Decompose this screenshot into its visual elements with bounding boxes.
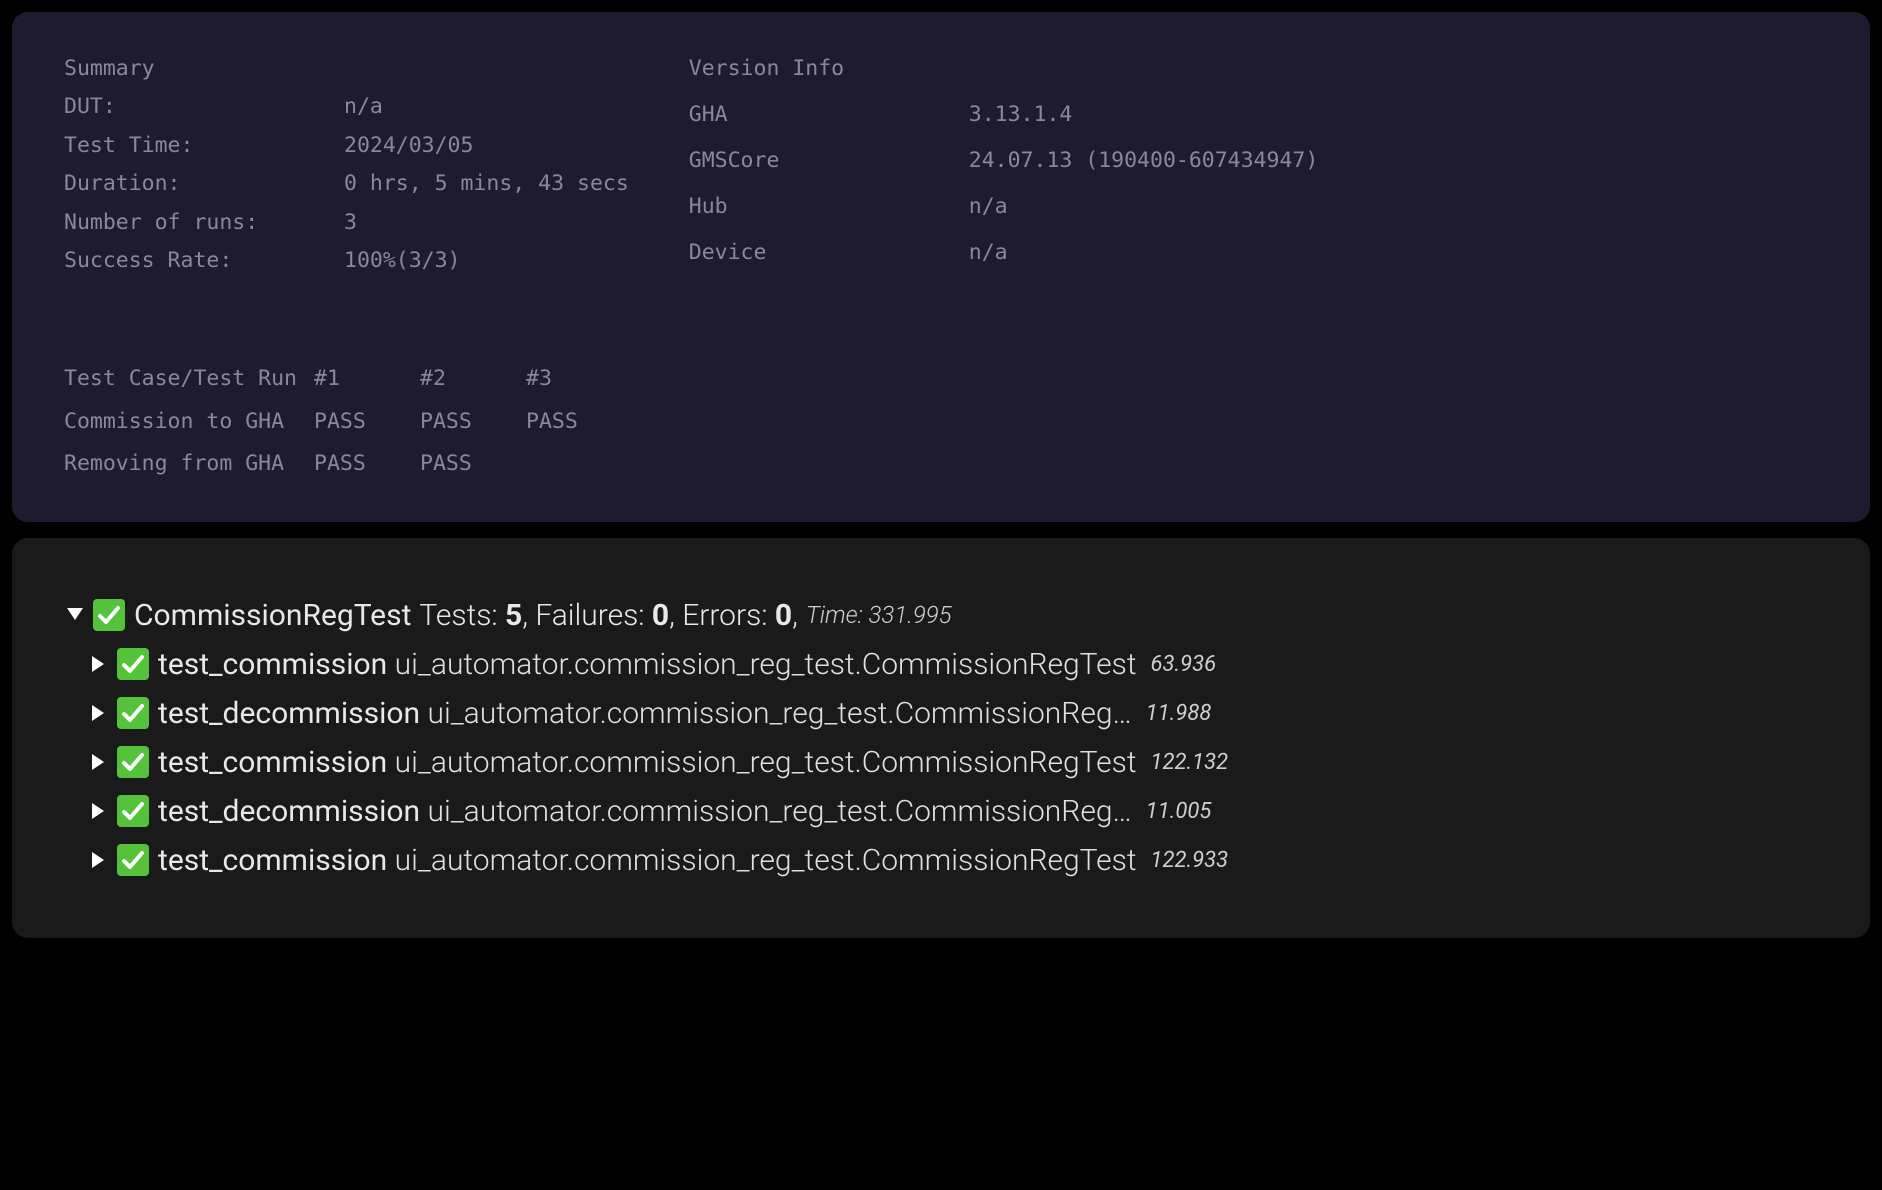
gha-label: GHA: [689, 96, 969, 142]
tests-value: 5: [505, 598, 522, 633]
test-row[interactable]: test_decommission ui_automator.commissio…: [90, 794, 1830, 829]
test-time: 11.988: [1146, 701, 1212, 726]
errors-value: 0: [775, 598, 792, 633]
test-row[interactable]: test_commission ui_automator.commission_…: [90, 745, 1830, 780]
test-time-label: Test Time:: [64, 127, 344, 165]
suite-stats: Tests: 5, Failures: 0, Errors: 0,: [419, 598, 798, 633]
suite-time: Time: 331.995: [806, 601, 952, 629]
expand-icon[interactable]: [90, 655, 108, 673]
test-tree-panel: CommissionRegTest Tests: 5, Failures: 0,…: [12, 538, 1870, 938]
test-row[interactable]: test_commission ui_automator.commission_…: [90, 647, 1830, 682]
suite-name: CommissionRegTest: [134, 598, 411, 633]
collapse-icon[interactable]: [66, 606, 84, 624]
test-suite-row[interactable]: CommissionRegTest Tests: 5, Failures: 0,…: [66, 598, 1830, 633]
success-rate-value: 100%(3/3): [344, 242, 629, 280]
test-name: test_decommission ui_automator.commissio…: [158, 794, 1132, 829]
runs-header-case: Test Case/Test Run: [64, 360, 314, 398]
version-info-right: Version Info GHA 3.13.1.4 GMSCore 24.07.…: [689, 50, 1319, 280]
test-name: test_commission ui_automator.commission_…: [158, 843, 1137, 878]
test-method: test_commission: [158, 647, 395, 682]
dut-value: n/a: [344, 88, 629, 126]
check-pass-icon: [116, 794, 150, 828]
dut-label: DUT:: [64, 88, 344, 126]
runs-row2-r1: PASS: [314, 445, 420, 483]
test-method: test_commission: [158, 843, 395, 878]
summary-left: Summary DUT: n/a Test Time: 2024/03/05 D…: [64, 50, 629, 280]
runs-header-2: #2: [420, 360, 526, 398]
test-time-value: 2024/03/05: [344, 127, 629, 165]
gmscore-value: 24.07.13 (190400-607434947): [969, 142, 1319, 188]
test-time: 122.933: [1151, 848, 1229, 873]
hub-value: n/a: [969, 188, 1319, 234]
failures-label: , Failures:: [522, 598, 652, 633]
runs-row2-r3: [526, 445, 632, 483]
test-method: test_decommission: [158, 794, 428, 829]
test-row[interactable]: test_commission ui_automator.commission_…: [90, 843, 1830, 878]
device-value: n/a: [969, 234, 1319, 280]
gmscore-label: GMSCore: [689, 142, 969, 188]
num-runs-value: 3: [344, 204, 629, 242]
check-pass-icon: [92, 598, 126, 632]
failures-value: 0: [652, 598, 669, 633]
expand-icon[interactable]: [90, 851, 108, 869]
test-method: test_commission: [158, 745, 395, 780]
version-info-title: Version Info: [689, 50, 1319, 96]
duration-value: 0 hrs, 5 mins, 43 secs: [344, 165, 629, 203]
test-time: 122.132: [1151, 750, 1229, 775]
summary-panel: Summary DUT: n/a Test Time: 2024/03/05 D…: [12, 12, 1870, 522]
duration-label: Duration:: [64, 165, 344, 203]
runs-header-1: #1: [314, 360, 420, 398]
summary-title: Summary: [64, 50, 629, 88]
runs-header-3: #3: [526, 360, 632, 398]
num-runs-label: Number of runs:: [64, 204, 344, 242]
device-label: Device: [689, 234, 969, 280]
test-row[interactable]: test_decommission ui_automator.commissio…: [90, 696, 1830, 731]
check-pass-icon: [116, 647, 150, 681]
stats-comma: ,: [792, 598, 798, 633]
test-path: ui_automator.commission_reg_test.Commiss…: [395, 745, 1137, 780]
time-value: 331.995: [869, 601, 952, 629]
expand-icon[interactable]: [90, 704, 108, 722]
runs-row2-r2: PASS: [420, 445, 526, 483]
test-name: test_commission ui_automator.commission_…: [158, 745, 1137, 780]
summary-columns: Summary DUT: n/a Test Time: 2024/03/05 D…: [64, 50, 1818, 280]
test-path: ui_automator.commission_reg_test.Commiss…: [428, 794, 1132, 829]
hub-label: Hub: [689, 188, 969, 234]
errors-label: , Errors:: [669, 598, 775, 633]
check-pass-icon: [116, 843, 150, 877]
gha-value: 3.13.1.4: [969, 96, 1319, 142]
time-label: Time:: [806, 601, 869, 629]
runs-row1-r1: PASS: [314, 403, 420, 441]
test-path: ui_automator.commission_reg_test.Commiss…: [395, 843, 1137, 878]
test-method: test_decommission: [158, 696, 428, 731]
check-pass-icon: [116, 696, 150, 730]
tests-label: Tests:: [419, 598, 505, 633]
check-pass-icon: [116, 745, 150, 779]
runs-row1-r2: PASS: [420, 403, 526, 441]
runs-row1-label: Commission to GHA: [64, 403, 314, 441]
expand-icon[interactable]: [90, 753, 108, 771]
test-path: ui_automator.commission_reg_test.Commiss…: [428, 696, 1132, 731]
test-name: test_commission ui_automator.commission_…: [158, 647, 1137, 682]
test-path: ui_automator.commission_reg_test.Commiss…: [395, 647, 1137, 682]
runs-table: Test Case/Test Run #1 #2 #3 Commission t…: [64, 360, 1818, 483]
test-time: 11.005: [1146, 799, 1212, 824]
success-rate-label: Success Rate:: [64, 242, 344, 280]
test-time: 63.936: [1151, 652, 1217, 677]
expand-icon[interactable]: [90, 802, 108, 820]
runs-row2-label: Removing from GHA: [64, 445, 314, 483]
runs-row1-r3: PASS: [526, 403, 632, 441]
test-name: test_decommission ui_automator.commissio…: [158, 696, 1132, 731]
